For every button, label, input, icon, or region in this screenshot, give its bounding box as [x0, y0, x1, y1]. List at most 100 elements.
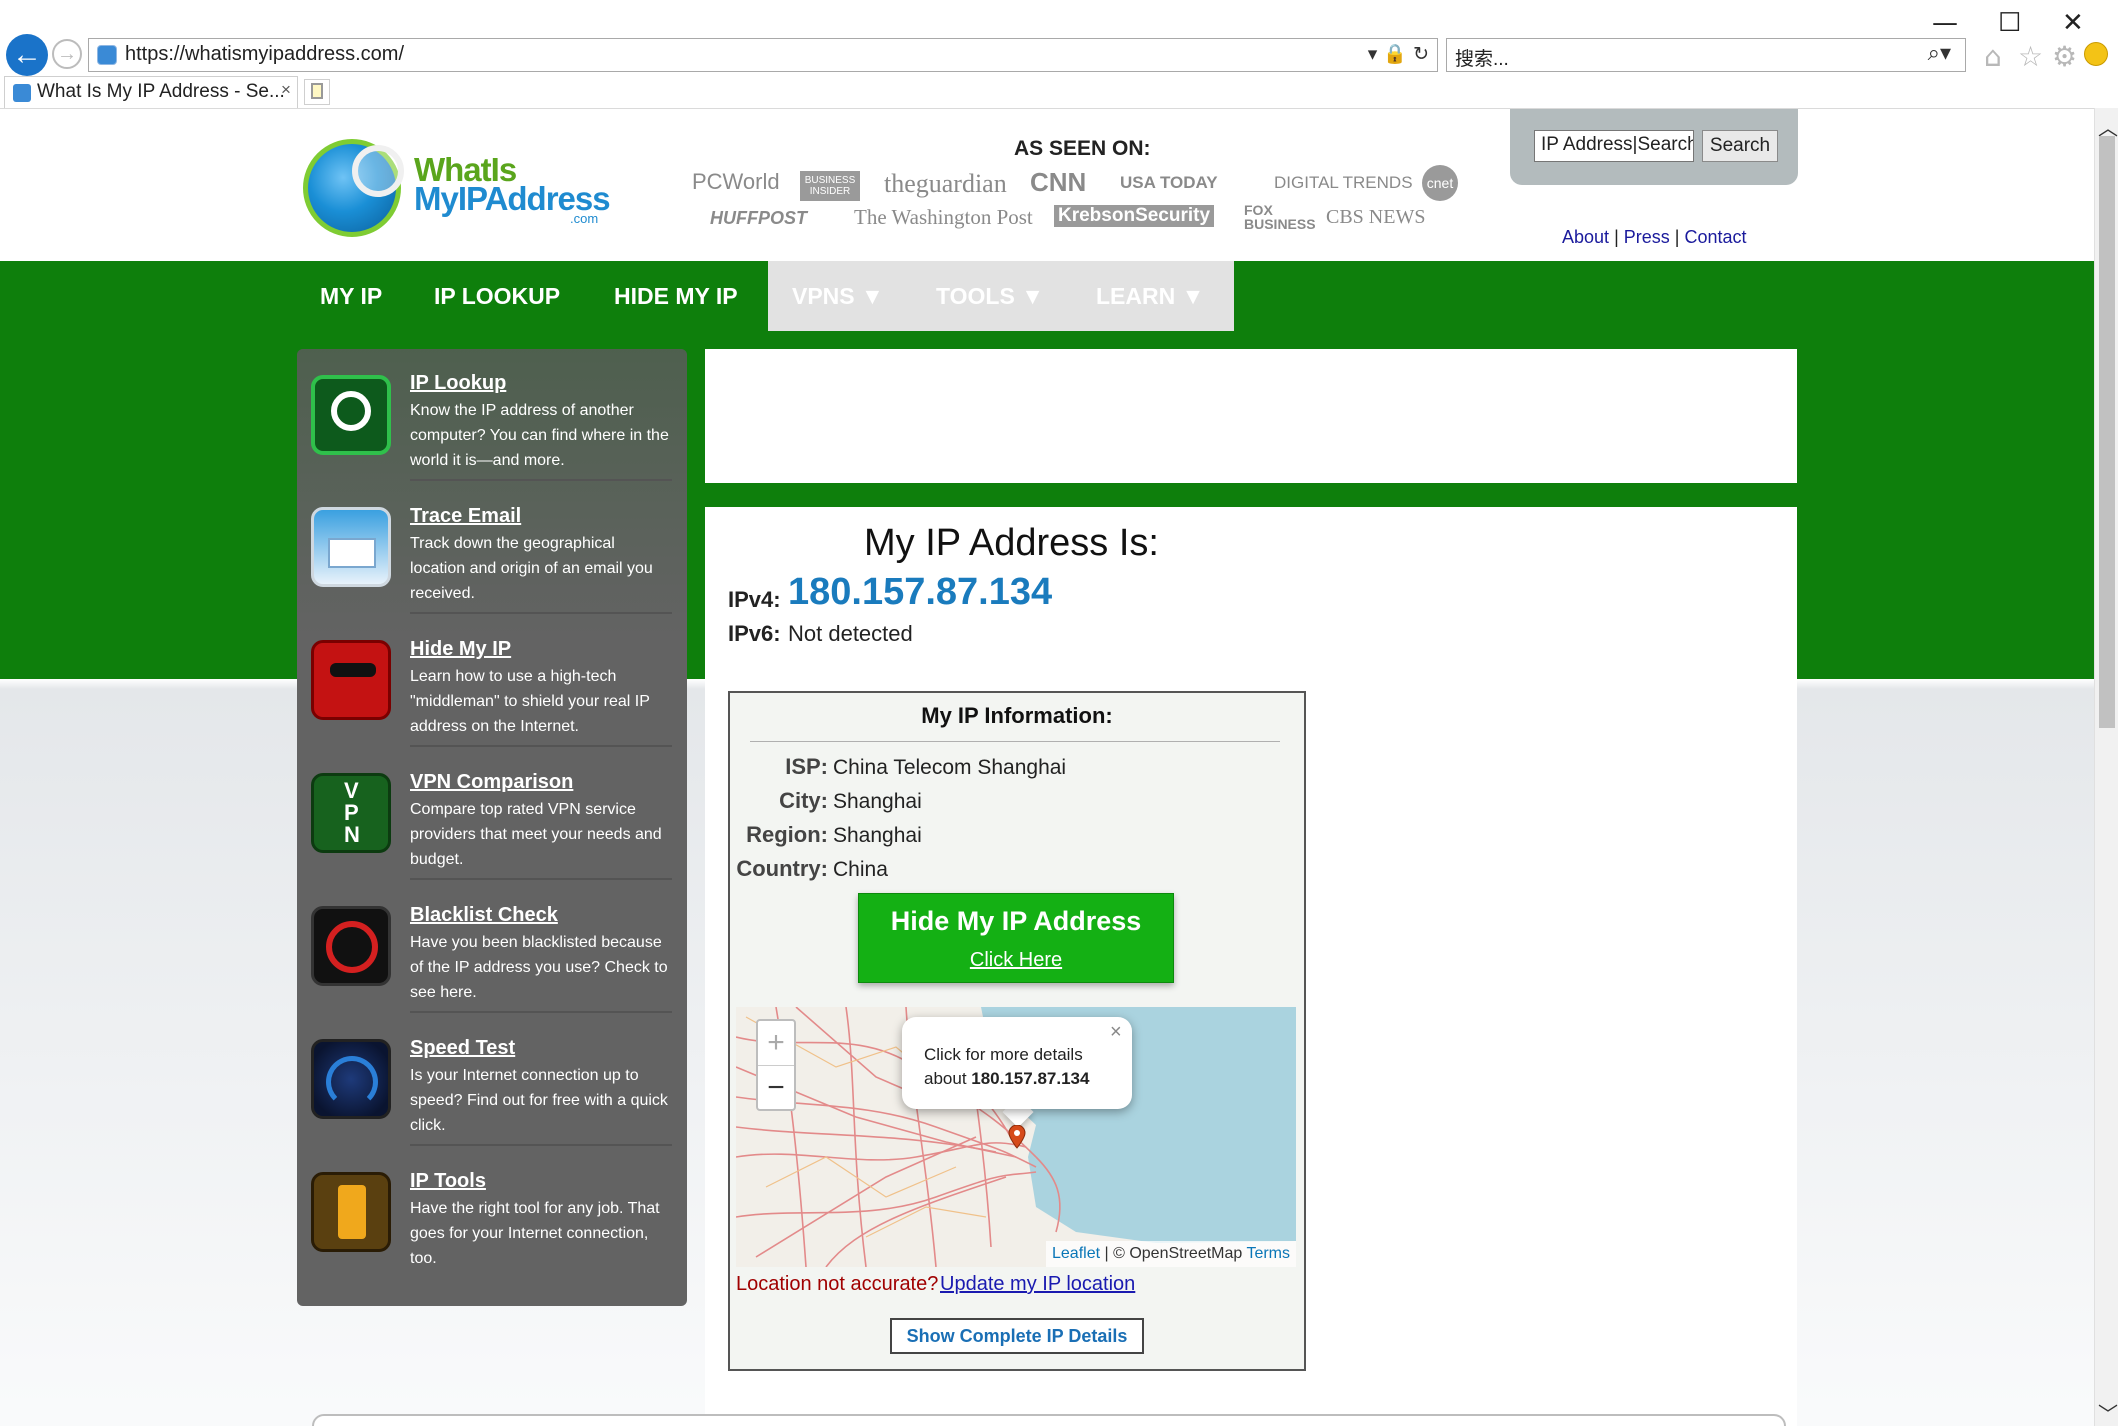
hide-button-click-here[interactable]: Click Here: [859, 949, 1173, 972]
ip-info-title: My IP Information:: [921, 703, 1113, 728]
ipv6-label: IPv6:: [728, 621, 781, 646]
search-icon[interactable]: ⌕▾: [1928, 41, 1951, 66]
location-map[interactable]: + − × Click for more details about 180.1…: [736, 1007, 1296, 1267]
sidebar-divider: [410, 1011, 672, 1013]
hide-button-title[interactable]: Hide My IP Address: [859, 906, 1173, 937]
menu-vpns[interactable]: VPNS ▼: [792, 283, 884, 310]
site-search-button[interactable]: Search: [1702, 130, 1778, 162]
arrow-left-icon: ←: [12, 38, 42, 71]
update-location-link[interactable]: Update my IP location: [940, 1273, 1135, 1296]
wrench-icon: [338, 1185, 366, 1239]
url-text[interactable]: https://whatismyipaddress.com/: [125, 43, 404, 66]
menu-learn[interactable]: LEARN ▼: [1096, 283, 1204, 310]
ip-lookup-icon[interactable]: [311, 375, 391, 455]
ip-tools-icon[interactable]: [311, 1172, 391, 1252]
info-divider: [750, 741, 1280, 742]
settings-gear-icon[interactable]: ⚙: [2052, 40, 2077, 73]
site-search-input[interactable]: IP Address|Search: [1534, 130, 1694, 162]
hide-my-ip-button[interactable]: Hide My IP Address Click Here: [858, 893, 1174, 983]
menu-tools[interactable]: TOOLS ▼: [936, 283, 1044, 310]
forward-button[interactable]: →: [52, 39, 82, 69]
sidebar-item-speed-test[interactable]: Speed Test: [410, 1037, 515, 1060]
blacklist-check-icon[interactable]: [311, 906, 391, 986]
sidebar-desc: Know the IP address of another computer?…: [410, 402, 669, 469]
favorites-star-icon[interactable]: ☆: [2018, 40, 2043, 73]
ad-panel: [705, 349, 1797, 483]
web-page: WhatIs MyIPAddress .com AS SEEN ON: PCWo…: [0, 109, 2094, 1426]
ipv4-label: IPv4:: [728, 587, 781, 612]
sidebar-item-vpn-comparison[interactable]: VPN Comparison: [410, 771, 573, 794]
country-label: Country:: [736, 856, 828, 881]
browser-tab[interactable]: What Is My IP Address - Se... ×: [4, 76, 298, 108]
sidebar-desc: Is your Internet connection up to speed?…: [410, 1067, 668, 1134]
maximize-icon[interactable]: ☐: [1998, 8, 2021, 38]
search-placeholder[interactable]: 搜索...: [1455, 44, 1509, 71]
feedback-smiley-icon[interactable]: [2084, 42, 2108, 66]
address-bar[interactable]: https://whatismyipaddress.com/ ▾ 🔒 ↻: [88, 38, 1438, 72]
trace-email-icon[interactable]: [311, 507, 391, 587]
sidebar-item-blacklist-check[interactable]: Blacklist Check: [410, 904, 558, 927]
zoom-in-button[interactable]: +: [758, 1021, 794, 1066]
hide-my-ip-icon[interactable]: [311, 640, 391, 720]
popup-close-icon[interactable]: ×: [1110, 1021, 1122, 1044]
link-separator: |: [1674, 227, 1680, 247]
back-button[interactable]: ←: [6, 34, 48, 76]
speed-test-icon[interactable]: [311, 1039, 391, 1119]
zoom-out-button[interactable]: −: [758, 1066, 794, 1110]
osm-attribution: | © OpenStreetMap: [1100, 1245, 1247, 1262]
dropdown-icon[interactable]: ▾: [1368, 43, 1378, 65]
press-logo-digital-trends: DIGITAL TRENDS: [1274, 173, 1413, 192]
address-actions[interactable]: ▾ 🔒 ↻: [1368, 42, 1429, 65]
scrollbar-thumb[interactable]: [2099, 136, 2115, 728]
minimize-icon[interactable]: —: [1932, 8, 1958, 38]
press-link[interactable]: Press: [1624, 227, 1670, 247]
sidebar-item-hide-my-ip[interactable]: Hide My IP: [410, 638, 511, 661]
sidebar-item-ip-lookup[interactable]: IP Lookup: [410, 372, 506, 395]
ipv6-value: Not detected: [788, 621, 913, 646]
top-links: About | Press | Contact: [1562, 227, 1747, 248]
scroll-down-icon[interactable]: ﹀: [2098, 1398, 2118, 1427]
speedometer-icon: [326, 1056, 378, 1108]
lock-icon[interactable]: 🔒: [1383, 43, 1407, 65]
isp-label: ISP:: [785, 754, 828, 779]
map-zoom-control: + −: [756, 1019, 796, 1111]
refresh-icon[interactable]: ↻: [1413, 43, 1429, 65]
about-link[interactable]: About: [1562, 227, 1609, 247]
map-attribution: Leaflet | © OpenStreetMap Terms: [1046, 1241, 1296, 1267]
browser-search-box[interactable]: 搜索... ⌕▾: [1446, 38, 1966, 72]
page-scrollbar[interactable]: ︿ ﹀: [2094, 108, 2118, 1426]
press-logo-washington-post: The Washington Post: [854, 205, 1033, 229]
menu-ip-lookup[interactable]: IP LOOKUP: [434, 283, 560, 310]
map-popup[interactable]: × Click for more details about 180.157.8…: [902, 1017, 1132, 1109]
vpn-comparison-icon[interactable]: VPN: [311, 773, 391, 853]
menu-hide-my-ip[interactable]: HIDE MY IP: [614, 283, 738, 310]
tab-close-icon[interactable]: ×: [281, 80, 291, 100]
sidebar-item-ip-tools[interactable]: IP Tools: [410, 1170, 486, 1193]
show-complete-ip-details-button[interactable]: Show Complete IP Details: [890, 1318, 1144, 1354]
press-logo-usa-today: USA TODAY: [1120, 173, 1218, 192]
sidebar-item-trace-email[interactable]: Trace Email: [410, 505, 521, 528]
isp-value: China Telecom Shanghai: [833, 756, 1067, 779]
contact-link[interactable]: Contact: [1685, 227, 1747, 247]
press-logo-guardian: theguardian: [884, 169, 1007, 198]
envelope-icon: [328, 538, 376, 568]
sunglasses-icon: [330, 663, 376, 677]
close-window-icon[interactable]: ✕: [2062, 8, 2084, 38]
home-icon[interactable]: ⌂: [1984, 40, 2002, 73]
popup-about-text: about: [924, 1069, 972, 1088]
press-logo-business-insider: BUSINESS INSIDER: [800, 171, 860, 201]
sidebar-divider: [410, 1144, 672, 1146]
tab-title[interactable]: What Is My IP Address - Se...: [37, 81, 285, 103]
map-marker-icon[interactable]: [1008, 1125, 1026, 1149]
country-value: China: [833, 858, 888, 881]
region-label: Region:: [746, 822, 828, 847]
menu-my-ip[interactable]: MY IP: [320, 283, 382, 310]
sidebar-desc: Learn how to use a high-tech "middleman"…: [410, 668, 650, 735]
popup-line2: about 180.157.87.134: [924, 1069, 1089, 1089]
sidebar-desc: Track down the geographical location and…: [410, 535, 653, 602]
new-tab-button[interactable]: [304, 79, 330, 105]
terms-link[interactable]: Terms: [1246, 1245, 1290, 1262]
leaflet-link[interactable]: Leaflet: [1052, 1245, 1100, 1262]
ipv4-value: 180.157.87.134: [788, 571, 1053, 613]
magnifier-logo-icon: [352, 145, 404, 197]
